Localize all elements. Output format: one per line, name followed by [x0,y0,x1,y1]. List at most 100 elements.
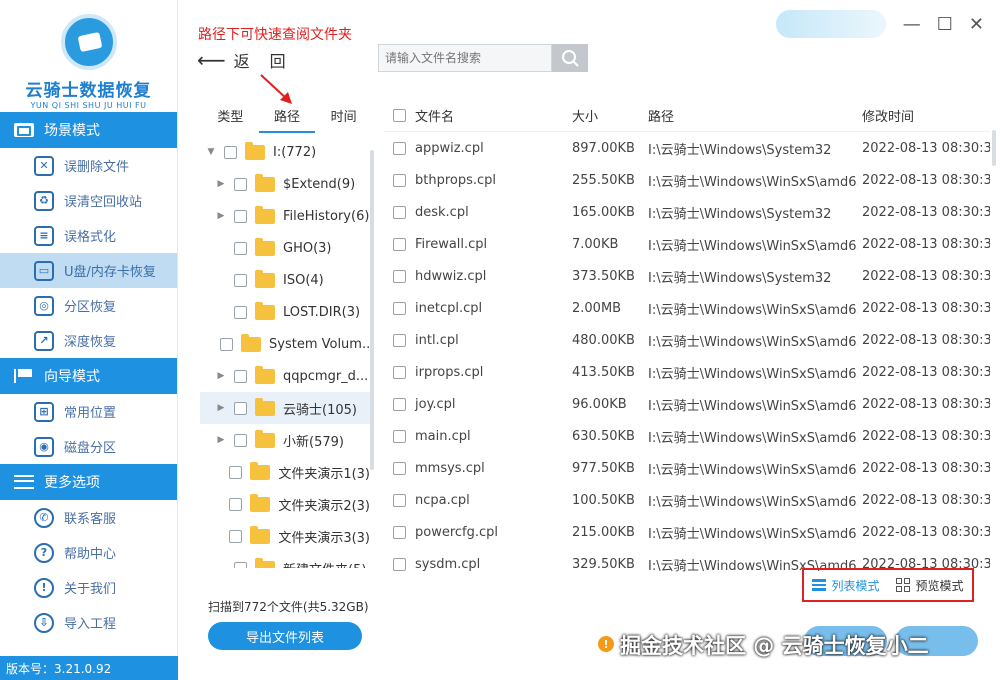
table-row[interactable]: hdwwiz.cpl 373.50KB I:\云骑士\Windows\System3… [384,260,990,292]
tree-node[interactable]: ▼ I:(772) [200,136,370,168]
tree-node[interactable]: ▶ FileHistory(6) [200,200,370,232]
row-checkbox[interactable] [393,493,406,507]
list-mode-button[interactable]: 列表模式 [812,577,880,594]
tree-checkbox[interactable] [234,433,247,447]
close-icon[interactable]: ✕ [969,14,984,35]
table-row[interactable]: main.cpl 630.50KB I:\云骑士\Windows\WinSxS\am… [384,420,990,452]
row-checkbox[interactable] [393,397,406,411]
table-scrollbar[interactable] [992,130,996,166]
table-row[interactable]: bthprops.cpl 255.50KB I:\云骑士\Windows\WinSx… [384,164,990,196]
tree-checkbox[interactable] [234,177,247,191]
row-checkbox[interactable] [393,525,406,539]
sidebar-item-import[interactable]: ⇩ 导入工程 [0,605,177,640]
table-row[interactable]: irprops.cpl 413.50KB I:\云骑士\Windows\WinSxS… [384,356,990,388]
search-input[interactable] [378,44,552,72]
tab-type[interactable]: 类型 [202,100,259,133]
expand-toggle-icon[interactable]: ▶ [214,371,228,381]
row-checkbox[interactable] [393,237,406,251]
tree-checkbox[interactable] [234,369,247,383]
tree-node[interactable]: ▶ 小新(579) [200,424,370,456]
tab-time[interactable]: 时间 [315,100,372,133]
table-row[interactable]: desk.cpl 165.00KB I:\云骑士\Windows\System32 2… [384,196,990,228]
table-row[interactable]: Firewall.cpl 7.00KB I:\云骑士\Windows\WinSxS\… [384,228,990,260]
expand-toggle-icon[interactable]: ▶ [214,435,228,445]
file-name: joy.cpl [415,396,456,412]
tree-checkbox[interactable] [234,305,247,319]
sidebar-item-delete[interactable]: ✕ 误删除文件 [0,148,177,183]
tree-scrollbar[interactable] [370,150,374,470]
tree-node[interactable]: System Volum... [200,328,370,360]
tree-checkbox[interactable] [224,145,237,159]
tree-checkbox[interactable] [220,337,233,351]
tree-checkbox[interactable] [234,401,247,415]
sidebar-item-recycle[interactable]: ♻ 误清空回收站 [0,183,177,218]
tree-checkbox[interactable] [229,529,243,543]
tree-node-label: 新建文件夹(5) [283,559,366,569]
row-checkbox[interactable] [393,173,406,187]
tree-node-label: $Extend(9) [283,176,356,192]
tree-checkbox[interactable] [234,273,247,287]
account-badge[interactable] [776,10,886,38]
minimize-icon[interactable]: — [903,14,921,35]
table-row[interactable]: ncpa.cpl 100.50KB I:\云骑士\Windows\WinSxS\am… [384,484,990,516]
row-checkbox[interactable] [393,141,406,155]
sidebar-item-help[interactable]: ? 帮助中心 [0,535,177,570]
sidebar-item-common-locations[interactable]: ⊞ 常用位置 [0,394,177,429]
tree-node[interactable]: 文件夹演示3(3) [200,520,370,552]
tree-node[interactable]: ▶ qqpcmgr_d... [200,360,370,392]
export-list-button[interactable]: 导出文件列表 [208,622,362,650]
sidebar-item-about[interactable]: ! 关于我们 [0,570,177,605]
table-row[interactable]: appwiz.cpl 897.00KB I:\云骑士\Windows\System3… [384,132,990,164]
tree-node[interactable]: ▶ 云骑士(105) [200,392,370,424]
row-checkbox[interactable] [393,205,406,219]
import-icon: ⇩ [34,612,54,633]
sidebar-item-partition[interactable]: ◎ 分区恢复 [0,288,177,323]
table-row[interactable]: inetcpl.cpl 2.00MB I:\云骑士\Windows\WinSxS\a… [384,292,990,324]
tree-checkbox[interactable] [229,497,243,511]
expand-toggle-icon[interactable]: ▶ [214,211,228,221]
select-all-checkbox[interactable] [393,109,406,122]
tree-node[interactable]: 新建文件夹(5) [200,552,370,568]
tree-checkbox[interactable] [229,465,243,479]
warning-icon: ! [598,636,614,652]
preview-mode-button[interactable]: 预览模式 [896,577,964,594]
sidebar-item-contact[interactable]: ✆ 联系客服 [0,500,177,535]
column-size[interactable]: 大小 [572,106,648,125]
tree-node[interactable]: 文件夹演示1(3) [200,456,370,488]
row-checkbox[interactable] [393,365,406,379]
tree-checkbox[interactable] [234,209,247,223]
tree-node[interactable]: GHO(3) [200,232,370,264]
tree-node[interactable]: 文件夹演示2(3) [200,488,370,520]
sidebar-item-usb[interactable]: ▭ U盘/内存卡恢复 [0,253,177,288]
tree-checkbox[interactable] [234,241,247,255]
back-button[interactable]: ⟵ 返回 [197,48,306,72]
tree-node[interactable]: LOST.DIR(3) [200,296,370,328]
expand-toggle-icon[interactable]: ▼ [204,147,218,157]
row-checkbox[interactable] [393,269,406,283]
tree-node[interactable]: ▶ $Extend(9) [200,168,370,200]
tab-path[interactable]: 路径 [258,100,316,133]
row-checkbox[interactable] [393,557,406,571]
sidebar-item-format[interactable]: ≡ 误格式化 [0,218,177,253]
maximize-icon[interactable]: ☐ [937,14,953,35]
table-row[interactable]: joy.cpl 96.00KB I:\云骑士\Windows\WinSxS\amd6… [384,388,990,420]
row-checkbox[interactable] [393,333,406,347]
cell-name: joy.cpl [384,397,572,412]
expand-toggle-icon[interactable]: ▶ [214,403,228,413]
table-row[interactable]: mmsys.cpl 977.50KB I:\云骑士\Windows\WinSxS\a… [384,452,990,484]
sidebar-item-deep[interactable]: ↗ 深度恢复 [0,323,177,358]
search-button[interactable] [552,44,588,72]
tree-node[interactable]: ISO(4) [200,264,370,296]
tree-checkbox[interactable] [234,561,247,568]
guide-mode-icon [14,369,34,383]
column-time[interactable]: 修改时间 [858,106,990,125]
row-checkbox[interactable] [393,301,406,315]
expand-toggle-icon[interactable]: ▶ [214,179,228,189]
table-row[interactable]: powercfg.cpl 215.00KB I:\云骑士\Windows\WinSx… [384,516,990,548]
sidebar-item-label: 磁盘分区 [64,441,117,456]
sidebar-item-disk-partition[interactable]: ◉ 磁盘分区 [0,429,177,464]
table-row[interactable]: intl.cpl 480.00KB I:\云骑士\Windows\WinSxS\am… [384,324,990,356]
column-path[interactable]: 路径 [648,106,858,125]
row-checkbox[interactable] [393,461,406,475]
row-checkbox[interactable] [393,429,406,443]
